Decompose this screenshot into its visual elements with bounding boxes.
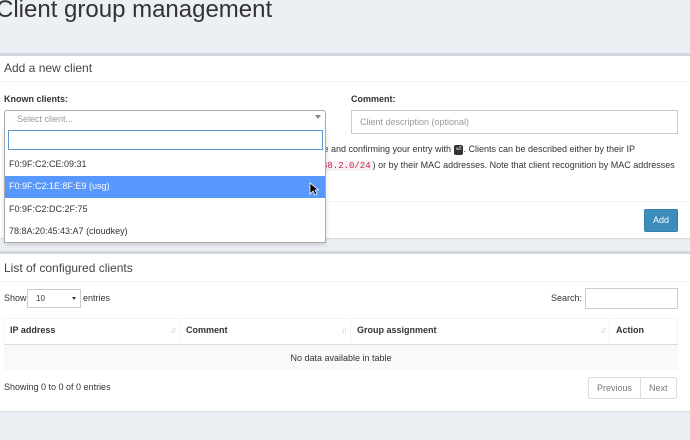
column-label: Comment — [186, 325, 228, 335]
help-text-part: ) or by their MAC addresses. Note that c… — [372, 160, 675, 170]
caret-down-icon — [72, 297, 76, 300]
column-label: Action — [616, 325, 644, 335]
sort-icon: ↓↑ — [170, 325, 177, 335]
next-button[interactable]: Next — [641, 377, 677, 399]
search-label: Search: — [551, 293, 583, 303]
option-label: F0:9F:C2:1E:8F:E9 (usg) — [9, 181, 110, 191]
column-header-comment[interactable]: Comment ↓↑ — [180, 318, 351, 344]
page-length-select[interactable]: 10 — [27, 289, 81, 308]
known-clients-label: Known clients: — [4, 94, 69, 104]
client-dropdown: F0:9F:C2:CE:09:31 F0:9F:C2:1E:8F:E9 (usg… — [4, 126, 326, 243]
dropdown-option[interactable]: 78:8A:20:45:43:A7 (cloudkey) — [5, 221, 325, 243]
add-client-header: Add a new client — [0, 56, 690, 82]
clients-list-header: List of configured clients — [0, 254, 690, 282]
sort-icon: ↓↑ — [341, 325, 348, 335]
page-title: Client group management — [0, 0, 273, 23]
page-length-value: 10 — [36, 294, 45, 303]
column-label: IP address — [10, 325, 56, 335]
sort-icon: ↓↑ — [600, 325, 607, 335]
dropdown-option-highlighted[interactable]: F0:9F:C2:1E:8F:E9 (usg) — [5, 176, 325, 198]
help-text-part: ove and confirming your entry with — [314, 144, 452, 154]
previous-button[interactable]: Previous — [588, 377, 642, 399]
comment-label: Comment: — [351, 94, 396, 104]
help-text-line1: ove and confirming your entry with ⏎. Cl… — [314, 144, 635, 155]
dropdown-search-input[interactable] — [8, 130, 323, 150]
select-placeholder: Select client... — [17, 114, 74, 124]
column-label: Group assignment — [357, 325, 437, 335]
comment-input[interactable] — [351, 110, 678, 134]
option-label: F0:9F:C2:DC:2F:75 — [9, 204, 88, 214]
option-label: F0:9F:C2:CE:09:31 — [9, 159, 87, 169]
option-label: 78:8A:20:45:43:A7 (cloudkey) — [9, 226, 128, 236]
show-label: Show — [4, 293, 27, 303]
help-text-part: . Clients can be described either by the… — [463, 144, 636, 154]
dropdown-option[interactable]: F0:9F:C2:CE:09:31 — [5, 154, 325, 176]
empty-message: No data available in table — [290, 353, 392, 363]
search-input[interactable] — [585, 288, 678, 309]
column-header-ip[interactable]: IP address ↓↑ — [4, 318, 180, 344]
ip-code: 88.2.0/24 — [320, 161, 373, 171]
column-header-group[interactable]: Group assignment ↓↑ — [351, 318, 610, 344]
column-header-action: Action — [610, 318, 678, 344]
mouse-pointer-icon — [309, 182, 319, 196]
empty-row: No data available in table — [4, 344, 678, 370]
enter-key-icon: ⏎ — [453, 144, 464, 155]
entries-label: entries — [83, 293, 111, 303]
help-text-line2: 88.2.0/24) or by their MAC addresses. No… — [320, 160, 675, 171]
add-button[interactable]: Add — [644, 209, 678, 232]
chevron-down-icon — [315, 115, 321, 119]
dropdown-option[interactable]: F0:9F:C2:DC:2F:75 — [5, 199, 325, 221]
table-info: Showing 0 to 0 of 0 entries — [4, 382, 111, 392]
